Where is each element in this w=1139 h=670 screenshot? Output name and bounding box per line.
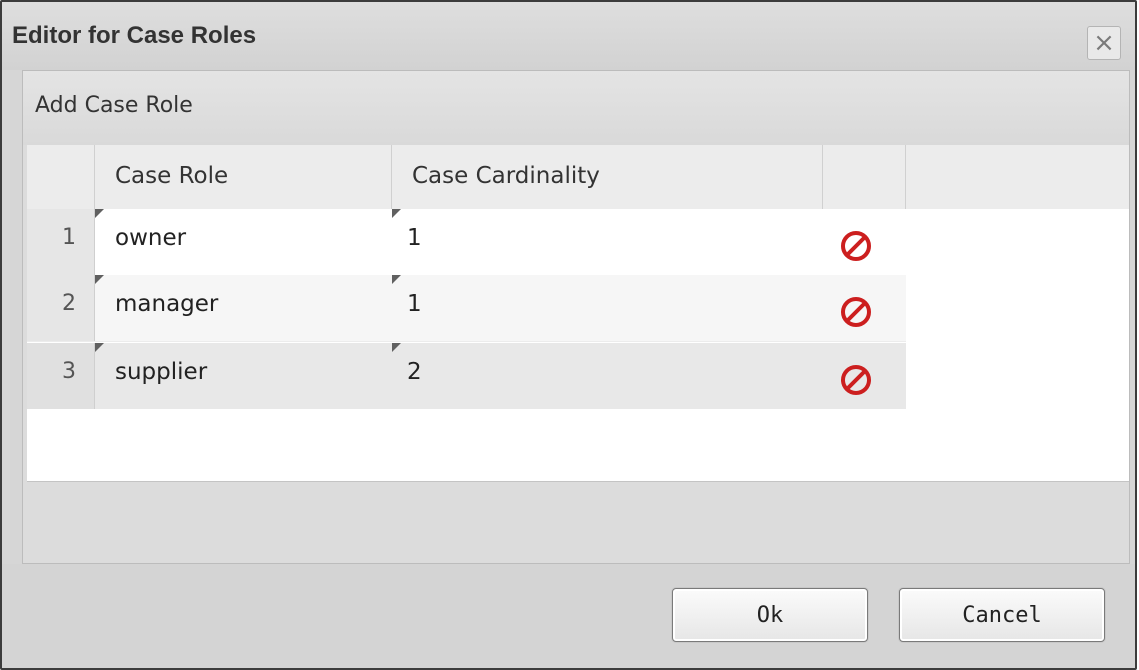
row-number-header [27,145,95,209]
case-cardinality-cell[interactable]: 2 [392,343,823,409]
column-header-label: Case Cardinality [412,163,600,189]
add-case-role-button[interactable]: Add Case Role [35,93,193,118]
table-row[interactable]: 2 manager 1 [27,275,906,342]
case-role-cell[interactable]: owner [95,209,392,275]
content-panel: Add Case Role Case Role Case Cardinality… [22,70,1130,564]
row-number: 2 [27,275,95,341]
table-row[interactable]: 3 supplier 2 [27,343,906,409]
edit-marker-icon [392,343,401,352]
dialog-titlebar[interactable]: Editor for Case Roles × [2,2,1135,70]
column-header-case-cardinality[interactable]: Case Cardinality [392,145,823,209]
ok-button[interactable]: Ok [672,588,868,642]
column-header-label: Case Role [115,163,229,189]
cancel-button[interactable]: Cancel [899,588,1105,642]
delete-icon[interactable] [839,229,873,263]
row-number: 3 [27,343,95,409]
case-cardinality-cell[interactable]: 1 [392,275,823,341]
case-role-cell[interactable]: manager [95,275,392,341]
case-roles-dialog: Editor for Case Roles × Add Case Role Ca… [0,0,1137,670]
delete-icon[interactable] [839,295,873,329]
edit-marker-icon [95,275,104,284]
edit-marker-icon [95,209,104,218]
case-role-cell[interactable]: supplier [95,343,392,409]
column-header-case-role[interactable]: Case Role [95,145,392,209]
row-number: 1 [27,209,95,275]
dialog-button-bar: Ok Cancel [2,564,1135,668]
edit-marker-icon [95,343,104,352]
column-header-actions [823,145,906,209]
case-roles-grid: Case Role Case Cardinality 1 owner 1 2 m… [27,145,1129,482]
edit-marker-icon [392,275,401,284]
case-cardinality-cell[interactable]: 1 [392,209,823,275]
close-icon: × [1093,28,1115,58]
column-header-filler [906,145,1129,209]
close-button[interactable]: × [1087,26,1121,60]
table-row[interactable]: 1 owner 1 [27,209,906,276]
delete-icon[interactable] [839,363,873,397]
toolbar: Add Case Role [23,71,1129,145]
edit-marker-icon [392,209,401,218]
dialog-title: Editor for Case Roles [12,22,257,49]
